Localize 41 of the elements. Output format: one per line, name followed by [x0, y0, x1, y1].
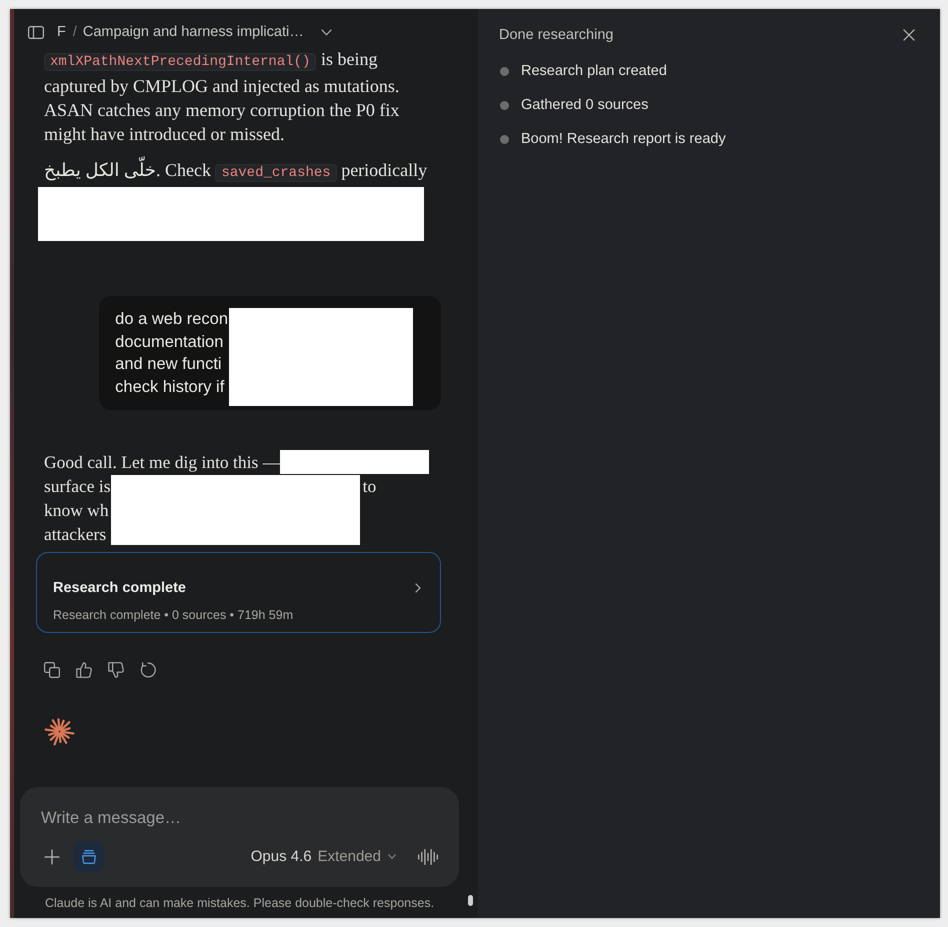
message-text: to — [362, 475, 376, 498]
copy-icon[interactable] — [44, 662, 60, 678]
breadcrumb-separator: / — [72, 23, 77, 42]
step-label: Research plan created — [521, 62, 667, 81]
thumbs-up-icon[interactable] — [76, 662, 92, 678]
message-text: and new functi — [115, 354, 222, 375]
retry-icon[interactable] — [140, 662, 156, 678]
message-paragraph: xmlXPathNextPrecedingInternal() is being captured by CMPLOG and injected as mutations. ASAN catches any memory corruption the P0 fix might have introduced or missed. — [43, 48, 400, 146]
chevron-down-icon — [388, 854, 396, 859]
message-text: know wh — [44, 499, 109, 522]
research-card[interactable]: Research complete Research complete • 0 sources • 719h 59m — [36, 552, 441, 633]
card-subtitle: Research complete • 0 sources • 719h 59m — [53, 607, 294, 623]
chevron-down-icon — [320, 28, 332, 36]
disclaimer-text: Claude is AI and can make mistakes. Please double-check responses. — [44, 895, 434, 912]
plus-icon[interactable] — [44, 848, 60, 864]
card-title: Research complete — [53, 579, 186, 597]
message-text: attackers — [44, 523, 106, 546]
starburst-icon — [44, 716, 75, 747]
message-text: do a web recon — [115, 309, 228, 330]
message-text: documentation — [115, 332, 224, 352]
research-toggle-button[interactable] — [73, 841, 104, 872]
status-dot-icon — [500, 134, 509, 144]
step-label: Gathered 0 sources — [521, 96, 648, 115]
panel-title: Done researching — [499, 26, 614, 45]
waveform-icon[interactable] — [418, 848, 438, 864]
close-icon[interactable] — [903, 29, 915, 41]
scrollbar-thumb[interactable] — [468, 895, 473, 906]
message-input[interactable]: Write a message… — [41, 806, 438, 830]
project-link[interactable]: F — [57, 22, 66, 42]
model-selector[interactable]: Opus 4.6 Extended — [250, 846, 396, 866]
chevron-right-icon — [415, 583, 421, 593]
step-label: Boom! Research report is ready — [521, 130, 726, 149]
status-dot-icon — [500, 100, 509, 110]
tray-icon — [82, 850, 96, 864]
conversation-title-button[interactable]: Campaign and harness implicati… — [82, 22, 332, 42]
status-dot-icon — [500, 66, 509, 76]
message-text: Good call. Let me dig into this — — [44, 451, 280, 474]
message-text: check history if — [115, 376, 224, 398]
thumbs-down-icon[interactable] — [108, 662, 124, 678]
message-text: surface is — [44, 475, 111, 498]
sidebar-toggle-icon[interactable] — [28, 26, 44, 38]
